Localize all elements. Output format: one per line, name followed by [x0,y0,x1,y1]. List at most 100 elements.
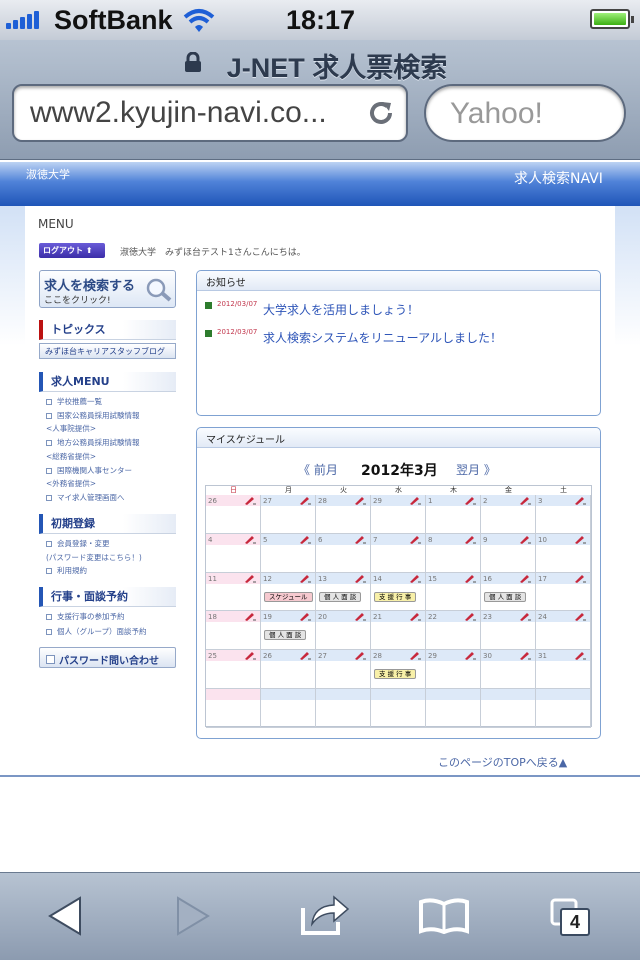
edit-icon[interactable] [519,651,531,661]
calendar-day[interactable] [316,689,371,728]
job-menu-item[interactable]: 国家公務員採用試験情報 [46,410,140,421]
prev-month-link[interactable]: 《 前月 [298,461,338,478]
event-tag[interactable]: 支 援 行 事 [374,669,417,680]
calendar-day[interactable]: 9 [481,533,536,573]
site-brand[interactable]: 求人検索NAVI [514,168,603,188]
calendar-day[interactable]: 25 [206,650,261,689]
calendar-day[interactable]: 12 スケジュール [261,572,316,612]
edit-icon[interactable] [244,535,256,544]
calendar-day[interactable] [481,689,536,728]
calendar-day[interactable]: 20 [316,611,371,651]
edit-icon[interactable] [574,574,586,583]
calendar-day[interactable] [426,689,481,728]
edit-icon[interactable] [409,535,421,544]
calendar-day[interactable]: 21 [371,611,426,651]
calendar-day[interactable]: 11 [206,572,261,612]
calendar-day[interactable]: 14 支 援 行 事 [371,572,426,612]
edit-icon[interactable] [354,535,366,544]
calendar-day[interactable]: 29 [371,495,426,534]
edit-icon[interactable] [299,496,311,505]
calendar-day[interactable]: 8 [426,533,481,573]
edit-icon[interactable] [354,496,366,505]
edit-icon[interactable] [299,612,311,622]
edit-icon[interactable] [464,535,476,544]
edit-icon[interactable] [299,574,311,583]
news-link[interactable]: 求人検索システムをリニューアルしました！ [263,329,502,346]
edit-icon[interactable] [299,651,311,661]
forward-icon[interactable] [176,896,210,936]
password-inquiry-button[interactable]: パスワード問い合わせ [39,647,176,668]
calendar-day[interactable]: 3 [536,495,591,534]
tab-count[interactable]: 4 [560,908,590,936]
edit-icon[interactable] [409,496,421,505]
edit-icon[interactable] [354,574,366,583]
calendar-day[interactable]: 27 [316,650,371,689]
search-jobs-button[interactable]: 求人を検索する ここをクリック! [39,270,176,308]
share-icon[interactable] [300,892,350,936]
edit-icon[interactable] [354,612,366,622]
edit-icon[interactable] [574,612,586,622]
edit-icon[interactable] [464,574,476,583]
calendar-day[interactable]: 7 [371,533,426,573]
event-tag[interactable]: 個 人 面 談 [319,591,362,602]
calendar-day[interactable]: 4 [206,533,261,573]
calendar-day[interactable]: 28 支 援 行 事 [371,650,426,689]
job-menu-item[interactable]: 学校推薦一覧 [46,396,102,407]
edit-icon[interactable] [244,612,256,622]
event-tag[interactable]: 支 援 行 事 [374,591,417,602]
calendar-day[interactable]: 22 [426,611,481,651]
calendar-day[interactable]: 26 [261,650,316,689]
edit-icon[interactable] [244,574,256,583]
edit-icon[interactable] [354,651,366,661]
news-link[interactable]: 大学求人を活用しましょう！ [263,301,419,318]
calendar-day[interactable]: 5 [261,533,316,573]
calendar-day[interactable]: 16 個 人 面 談 [481,572,536,612]
calendar-day[interactable]: 18 [206,611,261,651]
registration-note[interactable]: (パスワード変更はこちら！) [46,552,142,563]
edit-icon[interactable] [464,651,476,661]
calendar-day[interactable]: 27 [261,495,316,534]
edit-icon[interactable] [464,612,476,622]
edit-icon[interactable] [574,496,586,505]
edit-icon[interactable] [244,651,256,661]
calendar-day[interactable] [206,689,261,728]
calendar-day[interactable]: 31 [536,650,591,689]
edit-icon[interactable] [464,496,476,505]
calendar-day[interactable]: 29 [426,650,481,689]
edit-icon[interactable] [299,535,311,544]
calendar-day[interactable] [261,689,316,728]
calendar-day[interactable]: 24 [536,611,591,651]
calendar-day[interactable] [371,689,426,728]
calendar-day[interactable]: 6 [316,533,371,573]
calendar-day[interactable]: 15 [426,572,481,612]
logout-button[interactable]: ログアウト ⬆ [39,243,105,258]
job-menu-item[interactable]: マイ求人管理画面へ [46,492,125,503]
job-menu-item[interactable]: 地方公務員採用試験情報 [46,437,140,448]
address-bar[interactable]: www2.kyujin-navi.co... [12,84,408,142]
calendar-day[interactable] [536,689,591,728]
edit-icon[interactable] [244,496,256,505]
calendar-day[interactable]: 13 個 人 面 談 [316,572,371,612]
back-icon[interactable] [48,896,82,936]
events-item[interactable]: 支援行事の参加予約 [46,611,125,622]
edit-icon[interactable] [574,535,586,544]
edit-icon[interactable] [519,496,531,505]
edit-icon[interactable] [519,612,531,622]
calendar-day[interactable]: 23 [481,611,536,651]
edit-icon[interactable] [574,651,586,661]
job-menu-item[interactable]: 国際機関人事センター [46,465,132,476]
event-tag[interactable]: スケジュール [264,591,313,602]
calendar-day[interactable]: 17 [536,572,591,612]
edit-icon[interactable] [519,535,531,544]
event-tag[interactable]: 個 人 面 談 [264,630,307,641]
calendar-day[interactable]: 26 [206,495,261,534]
calendar-day[interactable]: 10 [536,533,591,573]
calendar-day[interactable]: 2 [481,495,536,534]
search-field[interactable]: Yahoo! [424,84,626,142]
events-item[interactable]: 個人（グループ）面談予約 [46,626,147,637]
calendar-day[interactable]: 30 [481,650,536,689]
page-top-link[interactable]: このページのTOPへ戻る▲ [438,754,567,770]
edit-icon[interactable] [409,574,421,583]
calendar-day[interactable]: 28 [316,495,371,534]
registration-item[interactable]: 会員登録・変更 [46,538,110,549]
